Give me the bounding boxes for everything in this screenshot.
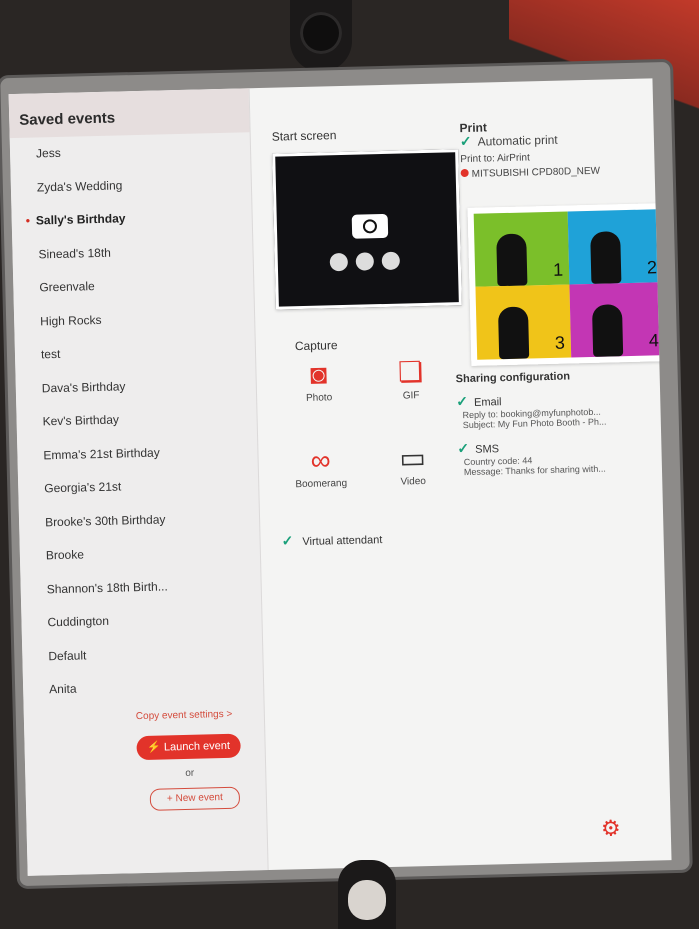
main-panel: Start screen Capture ◙ Photo ❏ GIF ∞ Boo… (249, 78, 672, 870)
photo-icon: ◙ (309, 358, 328, 390)
camera-icon (351, 213, 389, 239)
print-settings: ✓ Automatic print Print to: AirPrint MITS… (460, 128, 672, 366)
settings-gear-icon[interactable]: ⚙ (601, 815, 621, 841)
event-item[interactable]: Anita (23, 668, 264, 707)
email-sharing[interactable]: ✓ Email Reply to: booking@myfunphotob... … (456, 388, 657, 430)
collage-tile: 3 (475, 284, 572, 360)
capture-label: Video (400, 476, 427, 488)
start-screen-preview[interactable] (272, 149, 462, 310)
boomerang-mode-icon (381, 251, 401, 271)
sharing-configuration: Sharing configuration ✓ Email Reply to: b… (456, 368, 659, 487)
or-label: or (185, 767, 195, 779)
start-screen-title: Start screen (271, 128, 337, 144)
print-layout-preview[interactable]: 1 2 3 4 (467, 203, 672, 366)
virtual-attendant-row[interactable]: ✓ Virtual attendant (281, 530, 382, 549)
app-screen: Saved events Jess Zyda's Wedding Sally's… (8, 78, 672, 876)
sms-label: SMS (475, 443, 500, 456)
capture-photo[interactable]: ◙ Photo (283, 356, 354, 405)
launch-event-button[interactable]: ⚡ Launch event (136, 733, 241, 761)
start-screen-mode-icons (329, 251, 401, 272)
collage-tile: 1 (473, 211, 570, 287)
printer-row[interactable]: MITSUBISHI CPD80D_NEW (460, 164, 661, 180)
video-icon: ▭ (399, 442, 427, 474)
sms-sharing[interactable]: ✓ SMS Country code: 44 Message: Thanks fo… (457, 435, 658, 477)
collage-tile: 4 (569, 282, 666, 358)
check-icon: ✓ (281, 532, 294, 549)
sharing-title: Sharing configuration (455, 370, 571, 386)
new-event-button[interactable]: + New event (149, 786, 241, 811)
collage-tile: 2 (567, 209, 664, 285)
capture-options: ◙ Photo ❏ GIF ∞ Boomerang ▭ Video (283, 354, 443, 490)
tile-number: 3 (554, 332, 566, 353)
mount-top (290, 0, 352, 72)
capture-gif[interactable]: ❏ GIF (375, 354, 446, 403)
check-icon: ✓ (456, 392, 469, 410)
boomerang-icon: ∞ (310, 444, 332, 476)
printer-status-icon (460, 168, 469, 178)
copy-event-settings-link[interactable]: Copy event settings > (136, 709, 233, 722)
capture-video[interactable]: ▭ Video (377, 439, 448, 488)
tile-number: 1 (552, 259, 564, 280)
gif-mode-icon (355, 252, 375, 271)
event-list: Jess Zyda's Wedding Sally's Birthday Sin… (10, 132, 264, 707)
tablet-bezel: Saved events Jess Zyda's Wedding Sally's… (0, 61, 690, 887)
email-label: Email (473, 396, 502, 409)
check-icon: ✓ (457, 439, 470, 457)
mount-bottom (338, 860, 396, 929)
virtual-attendant-label: Virtual attendant (302, 534, 383, 549)
capture-label: GIF (402, 390, 420, 402)
check-icon: ✓ (459, 132, 472, 150)
photo-mode-icon (329, 252, 349, 272)
tile-number: 2 (646, 257, 658, 278)
capture-title: Capture (294, 338, 338, 354)
sidebar-title: Saved events (8, 88, 250, 139)
capture-boomerang[interactable]: ∞ Boomerang (285, 442, 356, 491)
capture-label: Photo (305, 392, 333, 404)
automatic-print-label: Automatic print (477, 132, 558, 149)
printer-name: MITSUBISHI CPD80D_NEW (471, 165, 601, 180)
gif-icon: ❏ (397, 356, 424, 388)
capture-label: Boomerang (295, 477, 348, 491)
automatic-print-row[interactable]: ✓ Automatic print (460, 128, 660, 150)
tile-number: 4 (648, 330, 660, 351)
sidebar: Saved events Jess Zyda's Wedding Sally's… (8, 88, 269, 876)
print-to-label: Print to: AirPrint (460, 152, 530, 166)
